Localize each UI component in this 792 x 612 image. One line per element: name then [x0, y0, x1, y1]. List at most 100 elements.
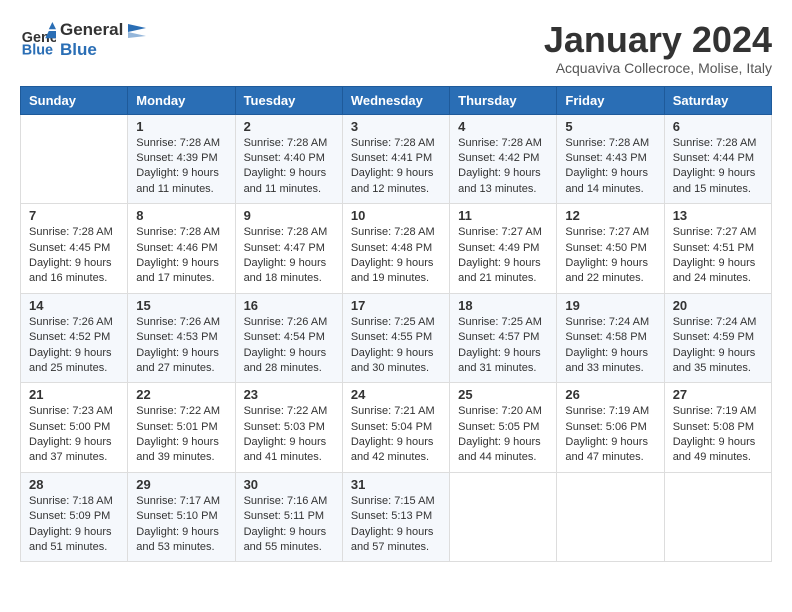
day-number: 12: [565, 208, 655, 223]
day-number: 31: [351, 477, 441, 492]
day-info: Sunrise: 7:27 AMSunset: 4:49 PMDaylight:…: [458, 225, 548, 287]
day-info: Sunrise: 7:26 AMSunset: 4:54 PMDaylight:…: [244, 315, 334, 377]
day-info: Sunrise: 7:25 AMSunset: 4:55 PMDaylight:…: [351, 315, 441, 377]
week-row-5: 28 Sunrise: 7:18 AMSunset: 5:09 PMDayligh…: [21, 472, 772, 562]
svg-text:Blue: Blue: [22, 42, 53, 58]
column-header-monday: Monday: [128, 86, 235, 114]
day-number: 24: [351, 387, 441, 402]
day-info: Sunrise: 7:28 AMSunset: 4:46 PMDaylight:…: [136, 225, 226, 287]
day-number: 28: [29, 477, 119, 492]
calendar-cell: 19 Sunrise: 7:24 AMSunset: 4:58 PMDayligh…: [557, 293, 664, 383]
calendar-cell: 2 Sunrise: 7:28 AMSunset: 4:40 PMDaylight…: [235, 114, 342, 204]
day-number: 8: [136, 208, 226, 223]
calendar-cell: 3 Sunrise: 7:28 AMSunset: 4:41 PMDaylight…: [342, 114, 449, 204]
day-info: Sunrise: 7:28 AMSunset: 4:45 PMDaylight:…: [29, 225, 119, 287]
day-number: 4: [458, 119, 548, 134]
calendar-cell: 10 Sunrise: 7:28 AMSunset: 4:48 PMDayligh…: [342, 204, 449, 294]
calendar-cell: 14Sunrise: 7:26 AMSunset: 4:52 PMDayligh…: [21, 293, 128, 383]
day-number: 30: [244, 477, 334, 492]
day-info: Sunrise: 7:28 AMSunset: 4:43 PMDaylight:…: [565, 136, 655, 198]
day-info: Sunrise: 7:24 AMSunset: 4:59 PMDaylight:…: [673, 315, 763, 377]
week-row-4: 21 Sunrise: 7:23 AMSunset: 5:00 PMDayligh…: [21, 383, 772, 473]
day-info: Sunrise: 7:28 AMSunset: 4:39 PMDaylight:…: [136, 136, 226, 198]
column-header-sunday: Sunday: [21, 86, 128, 114]
day-number: 23: [244, 387, 334, 402]
column-header-tuesday: Tuesday: [235, 86, 342, 114]
day-info: Sunrise: 7:28 AMSunset: 4:44 PMDaylight:…: [673, 136, 763, 198]
logo-flag-icon: [128, 24, 146, 38]
location: Acquaviva Collecroce, Molise, Italy: [544, 60, 772, 76]
title-block: January 2024 Acquaviva Collecroce, Molis…: [544, 20, 772, 76]
calendar-cell: 28 Sunrise: 7:18 AMSunset: 5:09 PMDayligh…: [21, 472, 128, 562]
day-number: 18: [458, 298, 548, 313]
day-info: Sunrise: 7:26 AMSunset: 4:53 PMDaylight:…: [136, 315, 226, 377]
calendar-cell: 17 Sunrise: 7:25 AMSunset: 4:55 PMDayligh…: [342, 293, 449, 383]
day-number: 13: [673, 208, 763, 223]
calendar-cell: 7 Sunrise: 7:28 AMSunset: 4:45 PMDaylight…: [21, 204, 128, 294]
calendar-cell: 31 Sunrise: 7:15 AMSunset: 5:13 PMDayligh…: [342, 472, 449, 562]
day-number: 22: [136, 387, 226, 402]
day-number: 1: [136, 119, 226, 134]
logo-line2: Blue: [60, 40, 146, 60]
day-number: 6: [673, 119, 763, 134]
column-header-thursday: Thursday: [450, 86, 557, 114]
day-number: 2: [244, 119, 334, 134]
calendar-cell: 23 Sunrise: 7:22 AMSunset: 5:03 PMDayligh…: [235, 383, 342, 473]
calendar-cell: 11 Sunrise: 7:27 AMSunset: 4:49 PMDayligh…: [450, 204, 557, 294]
month-title: January 2024: [544, 20, 772, 60]
day-info: Sunrise: 7:23 AMSunset: 5:00 PMDaylight:…: [29, 404, 119, 466]
day-info: Sunrise: 7:28 AMSunset: 4:41 PMDaylight:…: [351, 136, 441, 198]
logo-line1: General: [60, 20, 146, 40]
column-header-saturday: Saturday: [664, 86, 771, 114]
calendar-cell: 27Sunrise: 7:19 AMSunset: 5:08 PMDayligh…: [664, 383, 771, 473]
calendar-cell: 12Sunrise: 7:27 AMSunset: 4:50 PMDayligh…: [557, 204, 664, 294]
day-info: Sunrise: 7:28 AMSunset: 4:47 PMDaylight:…: [244, 225, 334, 287]
day-info: Sunrise: 7:22 AMSunset: 5:03 PMDaylight:…: [244, 404, 334, 466]
calendar-cell: 30Sunrise: 7:16 AMSunset: 5:11 PMDayligh…: [235, 472, 342, 562]
calendar-cell: [557, 472, 664, 562]
calendar-cell: 1 Sunrise: 7:28 AMSunset: 4:39 PMDaylight…: [128, 114, 235, 204]
day-info: Sunrise: 7:15 AMSunset: 5:13 PMDaylight:…: [351, 494, 441, 556]
day-number: 7: [29, 208, 119, 223]
day-info: Sunrise: 7:19 AMSunset: 5:08 PMDaylight:…: [673, 404, 763, 466]
calendar-cell: 13 Sunrise: 7:27 AMSunset: 4:51 PMDayligh…: [664, 204, 771, 294]
column-header-friday: Friday: [557, 86, 664, 114]
day-info: Sunrise: 7:18 AMSunset: 5:09 PMDaylight:…: [29, 494, 119, 556]
day-number: 29: [136, 477, 226, 492]
calendar-cell: 9 Sunrise: 7:28 AMSunset: 4:47 PMDaylight…: [235, 204, 342, 294]
week-row-2: 7 Sunrise: 7:28 AMSunset: 4:45 PMDaylight…: [21, 204, 772, 294]
day-info: Sunrise: 7:26 AMSunset: 4:52 PMDaylight:…: [29, 315, 119, 377]
day-number: 10: [351, 208, 441, 223]
calendar-cell: [664, 472, 771, 562]
day-number: 3: [351, 119, 441, 134]
day-info: Sunrise: 7:28 AMSunset: 4:42 PMDaylight:…: [458, 136, 548, 198]
calendar-cell: 18Sunrise: 7:25 AMSunset: 4:57 PMDayligh…: [450, 293, 557, 383]
day-info: Sunrise: 7:19 AMSunset: 5:06 PMDaylight:…: [565, 404, 655, 466]
day-number: 5: [565, 119, 655, 134]
day-info: Sunrise: 7:17 AMSunset: 5:10 PMDaylight:…: [136, 494, 226, 556]
day-number: 19: [565, 298, 655, 313]
day-number: 25: [458, 387, 548, 402]
day-info: Sunrise: 7:22 AMSunset: 5:01 PMDaylight:…: [136, 404, 226, 466]
day-number: 17: [351, 298, 441, 313]
week-row-1: 1 Sunrise: 7:28 AMSunset: 4:39 PMDaylight…: [21, 114, 772, 204]
calendar-cell: [450, 472, 557, 562]
calendar-cell: 29 Sunrise: 7:17 AMSunset: 5:10 PMDayligh…: [128, 472, 235, 562]
calendar-cell: 24Sunrise: 7:21 AMSunset: 5:04 PMDayligh…: [342, 383, 449, 473]
day-number: 11: [458, 208, 548, 223]
day-number: 21: [29, 387, 119, 402]
calendar-cell: 6 Sunrise: 7:28 AMSunset: 4:44 PMDaylight…: [664, 114, 771, 204]
week-row-3: 14Sunrise: 7:26 AMSunset: 4:52 PMDayligh…: [21, 293, 772, 383]
day-number: 26: [565, 387, 655, 402]
calendar-header-row: SundayMondayTuesdayWednesdayThursdayFrid…: [21, 86, 772, 114]
logo: General Blue General Blue: [20, 20, 146, 59]
calendar-cell: 8 Sunrise: 7:28 AMSunset: 4:46 PMDaylight…: [128, 204, 235, 294]
day-info: Sunrise: 7:28 AMSunset: 4:48 PMDaylight:…: [351, 225, 441, 287]
calendar-cell: 4 Sunrise: 7:28 AMSunset: 4:42 PMDaylight…: [450, 114, 557, 204]
day-info: Sunrise: 7:27 AMSunset: 4:51 PMDaylight:…: [673, 225, 763, 287]
day-info: Sunrise: 7:24 AMSunset: 4:58 PMDaylight:…: [565, 315, 655, 377]
day-info: Sunrise: 7:28 AMSunset: 4:40 PMDaylight:…: [244, 136, 334, 198]
day-number: 9: [244, 208, 334, 223]
calendar-cell: 21 Sunrise: 7:23 AMSunset: 5:00 PMDayligh…: [21, 383, 128, 473]
calendar-cell: [21, 114, 128, 204]
